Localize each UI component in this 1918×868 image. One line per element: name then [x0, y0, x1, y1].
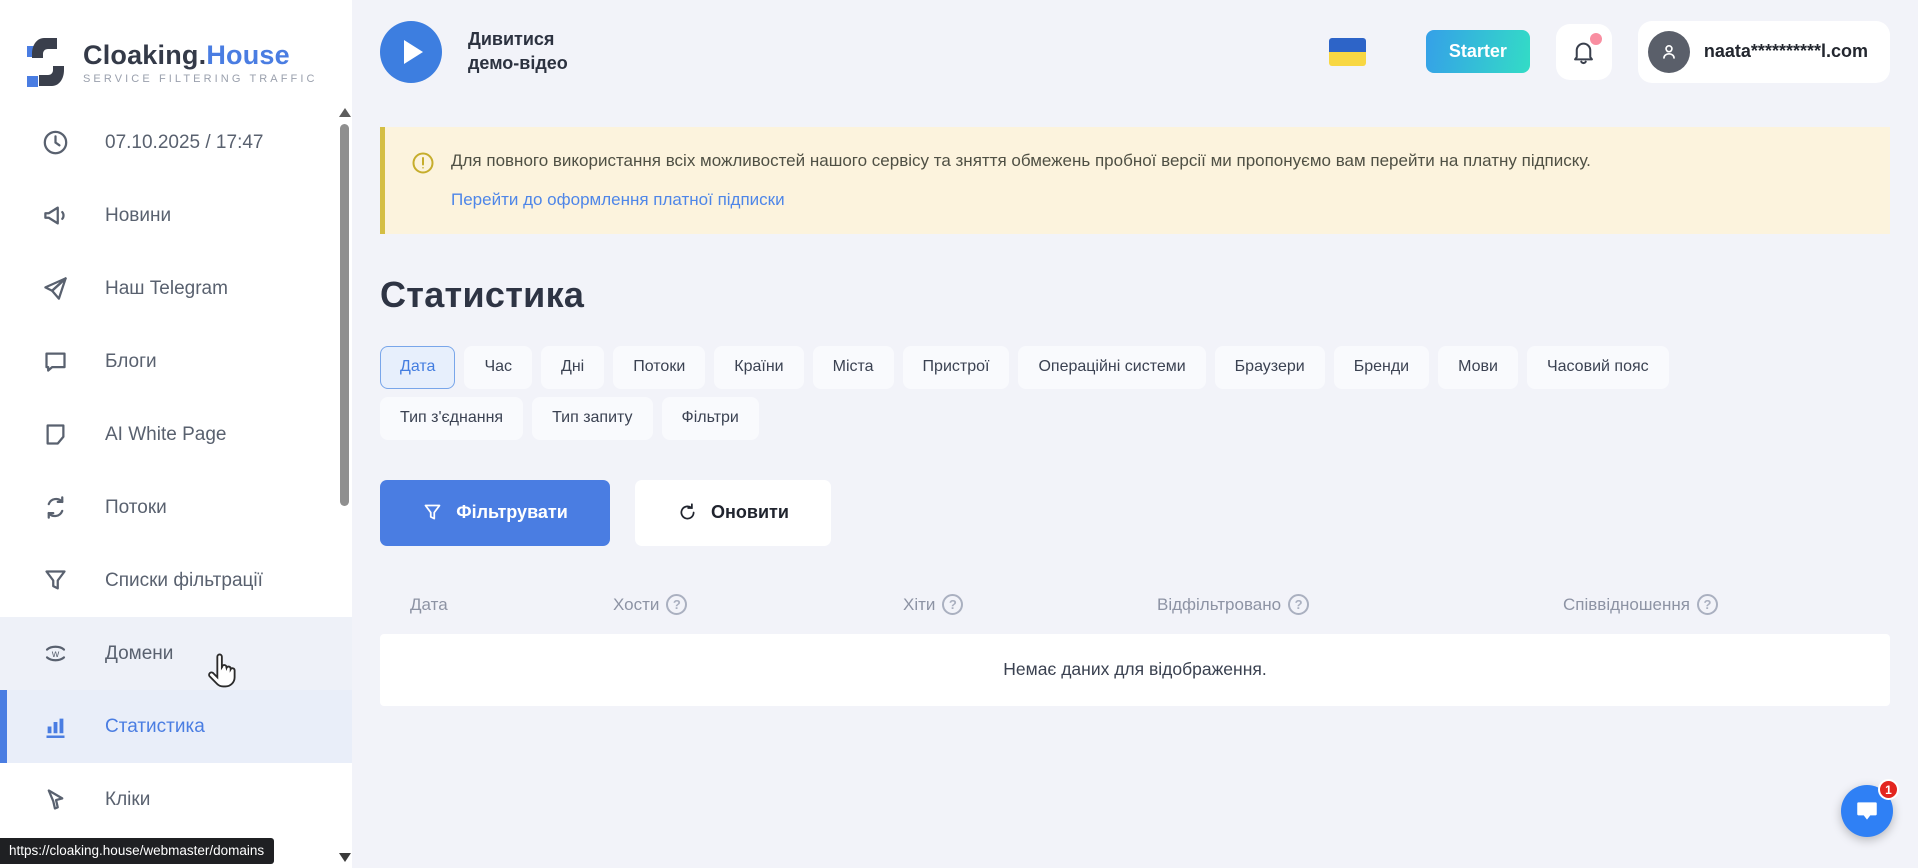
sidebar-item-domains[interactable]: w Домени	[0, 617, 352, 690]
filter-chip-brands[interactable]: Бренди	[1334, 346, 1429, 389]
sidebar-item-filter-lists[interactable]: Списки фільтрації	[0, 544, 352, 617]
sidebar-item-label: Списки фільтрації	[105, 570, 263, 592]
notifications-button[interactable]	[1556, 24, 1612, 80]
sidebar-item-ai-white-page[interactable]: AI White Page	[0, 398, 352, 471]
filter-chip-countries[interactable]: Країни	[714, 346, 803, 389]
sidebar-item-statistics[interactable]: Статистика	[0, 690, 352, 763]
sidebar-item-label: AI White Page	[105, 424, 226, 446]
user-account-button[interactable]: naata**********l.com	[1638, 21, 1890, 83]
scroll-up-arrow[interactable]	[339, 108, 351, 117]
paper-plane-icon	[42, 275, 69, 302]
svg-text:w: w	[51, 649, 60, 660]
brand-name: Cloaking.House	[83, 40, 318, 71]
chat-unread-badge: 1	[1878, 779, 1899, 800]
help-icon[interactable]: ?	[1697, 594, 1718, 615]
sidebar: Cloaking.House SERVICE FILTERING TRAFFIC…	[0, 0, 352, 868]
brand-tagline: SERVICE FILTERING TRAFFIC	[83, 73, 318, 85]
topbar: Дивитися демо-відео Starter naata*******…	[352, 0, 1918, 103]
notification-dot	[1590, 33, 1602, 45]
filter-tabs-row-2: Тип з'єднання Тип запиту Фільтри	[380, 397, 1890, 440]
sidebar-item-blogs[interactable]: Блоги	[0, 325, 352, 398]
plan-starter-button[interactable]: Starter	[1426, 30, 1530, 73]
filter-chip-streams[interactable]: Потоки	[613, 346, 705, 389]
empty-table-message: Немає даних для відображення.	[380, 634, 1890, 706]
filter-chip-cities[interactable]: Міста	[813, 346, 894, 389]
sidebar-item-label: Блоги	[105, 351, 157, 373]
watch-demo-label[interactable]: Дивитися демо-відео	[468, 28, 568, 75]
play-demo-button[interactable]	[380, 21, 442, 83]
main-area: Дивитися демо-відео Starter naata*******…	[352, 0, 1918, 868]
megaphone-icon	[42, 202, 69, 229]
chat-bubble-icon	[42, 348, 69, 375]
sidebar-item-datetime[interactable]: 07.10.2025 / 17:47	[0, 106, 352, 179]
filter-chip-devices[interactable]: Пристрої	[903, 346, 1010, 389]
filter-chip-request-type[interactable]: Тип запиту	[532, 397, 652, 440]
filter-chip-days[interactable]: Дні	[541, 346, 604, 389]
link-preview-statusbar: https://cloaking.house/webmaster/domains	[0, 838, 274, 864]
filter-tabs-row-1: Дата Час Дні Потоки Країни Міста Пристро…	[380, 346, 1890, 389]
sidebar-item-label: Домени	[105, 643, 173, 665]
scroll-down-arrow[interactable]	[339, 853, 351, 862]
sidebar-item-label: Наш Telegram	[105, 278, 228, 300]
page-title: Статистика	[380, 274, 1890, 316]
sidebar-item-label: Кліки	[105, 789, 150, 811]
stats-table-header: Дата Хости? Хіти? Відфільтровано? Співві…	[380, 576, 1890, 634]
language-flag-ukraine[interactable]	[1329, 38, 1366, 66]
brand-logo[interactable]: Cloaking.House SERVICE FILTERING TRAFFIC	[0, 0, 352, 100]
sidebar-item-clicks[interactable]: Кліки	[0, 763, 352, 836]
filter-chip-time[interactable]: Час	[464, 346, 532, 389]
sidebar-item-news[interactable]: Новини	[0, 179, 352, 252]
clock-icon	[42, 129, 69, 156]
filter-button[interactable]: Фільтрувати	[380, 480, 610, 546]
page-icon	[42, 421, 69, 448]
column-header-ratio: Співвідношення?	[1563, 594, 1890, 615]
refresh-button[interactable]: Оновити	[635, 480, 831, 546]
filter-chip-filters[interactable]: Фільтри	[662, 397, 759, 440]
column-header-hosts: Хости?	[613, 594, 903, 615]
brand-logo-icon	[26, 36, 70, 88]
scrollbar-thumb[interactable]	[340, 124, 349, 506]
sidebar-item-label: 07.10.2025 / 17:47	[105, 132, 263, 154]
warning-icon	[411, 151, 435, 175]
column-header-filtered: Відфільтровано?	[1157, 594, 1563, 615]
filter-chip-date[interactable]: Дата	[380, 346, 455, 389]
column-header-hits: Хіти?	[903, 594, 1157, 615]
filter-chip-languages[interactable]: Мови	[1438, 346, 1518, 389]
play-icon	[404, 40, 423, 64]
filter-chip-timezone[interactable]: Часовий пояс	[1527, 346, 1669, 389]
cursor-icon	[42, 786, 69, 813]
user-email: naata**********l.com	[1704, 41, 1868, 62]
filter-chip-connection-type[interactable]: Тип з'єднання	[380, 397, 523, 440]
bar-chart-icon	[42, 713, 69, 740]
funnel-icon	[42, 567, 69, 594]
trial-warning-banner: Для повного використання всіх можливосте…	[380, 127, 1890, 234]
sidebar-nav: 07.10.2025 / 17:47 Новини Наш Telegram Б…	[0, 106, 352, 836]
avatar	[1648, 31, 1690, 73]
sidebar-item-streams[interactable]: Потоки	[0, 471, 352, 544]
sidebar-item-telegram[interactable]: Наш Telegram	[0, 252, 352, 325]
sidebar-item-label: Новини	[105, 205, 171, 227]
chat-icon	[1854, 798, 1880, 824]
sidebar-item-label: Статистика	[105, 716, 205, 738]
refresh-icon	[677, 502, 698, 523]
sidebar-scrollbar[interactable]	[338, 108, 351, 868]
help-icon[interactable]: ?	[666, 594, 687, 615]
domains-globe-icon: w	[42, 640, 69, 667]
sidebar-item-label: Потоки	[105, 497, 167, 519]
help-icon[interactable]: ?	[942, 594, 963, 615]
sync-icon	[42, 494, 69, 521]
chat-widget-button[interactable]: 1	[1841, 785, 1893, 837]
filter-chip-browsers[interactable]: Браузери	[1215, 346, 1325, 389]
upgrade-subscription-link[interactable]: Перейти до оформлення платної підписки	[451, 190, 785, 210]
banner-text: Для повного використання всіх можливосте…	[451, 149, 1591, 174]
column-header-date: Дата	[410, 595, 613, 615]
funnel-icon	[422, 502, 443, 523]
filter-chip-os[interactable]: Операційні системи	[1018, 346, 1205, 389]
help-icon[interactable]: ?	[1288, 594, 1309, 615]
